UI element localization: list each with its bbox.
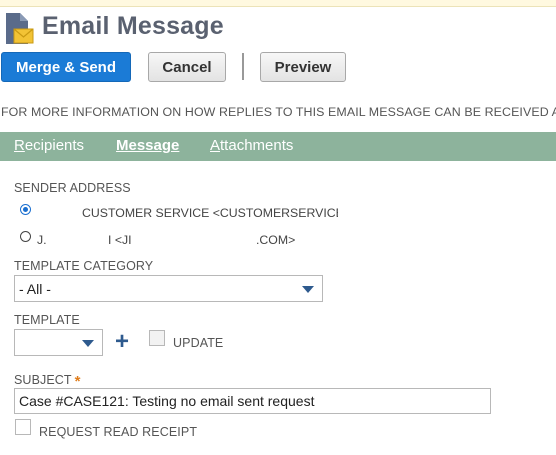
template-select[interactable] bbox=[14, 329, 103, 356]
page-title: Email Message bbox=[42, 12, 224, 40]
tab-message[interactable]: Message bbox=[116, 137, 179, 154]
sender-option-1-label: CUSTOMER SERVICE <CUSTOMERSERVICE( bbox=[82, 206, 338, 220]
chevron-down-icon bbox=[82, 340, 94, 347]
document-envelope-icon bbox=[6, 13, 34, 44]
tab-bar: Recipients Message Attachments bbox=[0, 132, 556, 161]
update-label: UPDATE bbox=[173, 336, 224, 350]
cancel-button[interactable]: Cancel bbox=[148, 52, 226, 82]
top-notice-strip bbox=[0, 0, 556, 7]
update-checkbox[interactable] bbox=[149, 330, 165, 346]
tab-attachments[interactable]: Attachments bbox=[210, 137, 293, 154]
sender-address-label: SENDER ADDRESS bbox=[14, 181, 131, 195]
reply-info-text: FOR MORE INFORMATION ON HOW REPLIES TO T… bbox=[1, 105, 556, 119]
sender-option-2-label-c: .COM> bbox=[256, 233, 296, 247]
merge-send-button[interactable]: Merge & Send bbox=[1, 52, 131, 82]
toolbar-divider bbox=[242, 53, 244, 80]
preview-button[interactable]: Preview bbox=[260, 52, 346, 82]
plus-icon[interactable]: + bbox=[115, 330, 129, 354]
sender-option-2-label-b: I <JI bbox=[108, 233, 132, 247]
template-category-label: TEMPLATE CATEGORY bbox=[14, 259, 154, 273]
template-category-select[interactable]: - All - bbox=[14, 275, 323, 302]
sender-option-2-label-a: J. bbox=[37, 233, 47, 247]
tab-recipients[interactable]: Recipients bbox=[14, 137, 84, 154]
read-receipt-label: REQUEST READ RECEIPT bbox=[39, 425, 198, 439]
subject-label: SUBJECT * bbox=[14, 373, 81, 390]
template-label: TEMPLATE bbox=[14, 313, 80, 327]
read-receipt-checkbox[interactable] bbox=[15, 419, 31, 435]
sender-option-1-clip: CUSTOMER SERVICE <CUSTOMERSERVICE( bbox=[82, 203, 338, 221]
sender-radio-customer-service[interactable] bbox=[20, 204, 31, 215]
sender-radio-personal[interactable] bbox=[20, 231, 31, 242]
template-category-value: - All - bbox=[19, 281, 51, 297]
chevron-down-icon bbox=[302, 286, 314, 293]
subject-input[interactable] bbox=[14, 388, 491, 414]
